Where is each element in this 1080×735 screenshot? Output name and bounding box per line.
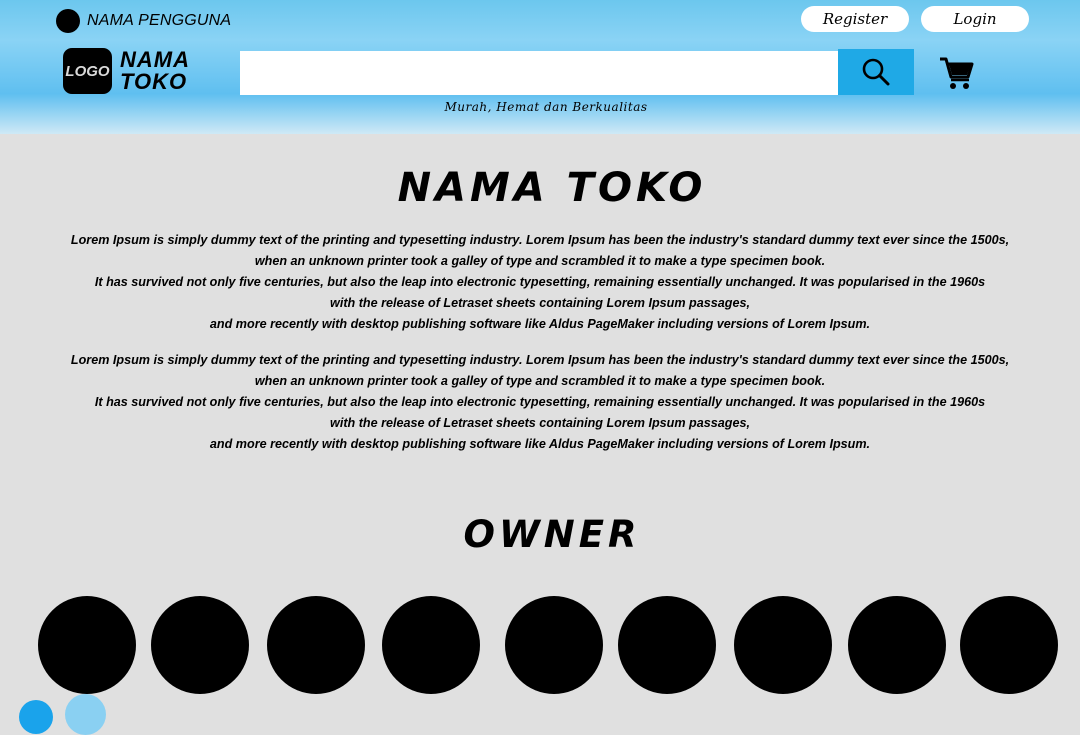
search-input[interactable] — [240, 51, 838, 95]
description-line: It has survived not only five centuries,… — [94, 275, 986, 289]
logo-store-name: NAMA TOKO — [120, 49, 190, 93]
logo-store-name-line1: NAMA — [120, 47, 190, 72]
decorative-dot — [65, 694, 106, 735]
description-line: and more recently with desktop publishin… — [209, 437, 871, 451]
logo-store-name-line2: TOKO — [120, 69, 188, 94]
logo-badge: LOGO — [63, 48, 112, 94]
description-paragraph-2: Lorem Ipsum is simply dummy text of the … — [0, 350, 1080, 455]
owner-avatar[interactable] — [382, 596, 480, 694]
login-button[interactable]: Login — [921, 6, 1029, 32]
description-line: with the release of Letraset sheets cont… — [330, 296, 750, 310]
description-line: Lorem Ipsum is simply dummy text of the … — [70, 233, 1010, 247]
description-line: Lorem Ipsum is simply dummy text of the … — [70, 353, 1010, 367]
owner-avatar[interactable] — [734, 596, 832, 694]
owner-avatar[interactable] — [848, 596, 946, 694]
description-line: It has survived not only five centuries,… — [94, 395, 986, 409]
search-button[interactable] — [838, 49, 914, 95]
cart-icon — [940, 57, 974, 89]
owner-avatar[interactable] — [960, 596, 1058, 694]
owner-avatar[interactable] — [151, 596, 249, 694]
page-title: NAMA TOKO — [397, 165, 707, 211]
description-line: and more recently with desktop publishin… — [209, 317, 871, 331]
description-line: when an unknown printer took a galley of… — [254, 374, 826, 388]
description-line: when an unknown printer took a galley of… — [254, 254, 826, 268]
search-icon — [862, 58, 890, 86]
owner-heading: OWNER — [463, 513, 641, 556]
cart-button[interactable] — [937, 55, 977, 91]
owner-avatar[interactable] — [618, 596, 716, 694]
user-name: NAMA PENGGUNA — [87, 12, 232, 29]
owner-avatar[interactable] — [267, 596, 365, 694]
user-info[interactable]: NAMA PENGGUNA — [56, 9, 231, 33]
register-button[interactable]: Register — [801, 6, 909, 32]
avatar-icon[interactable] — [56, 9, 80, 33]
owner-avatar[interactable] — [38, 596, 136, 694]
description-paragraph-1: Lorem Ipsum is simply dummy text of the … — [0, 230, 1080, 335]
owner-avatar[interactable] — [505, 596, 603, 694]
tagline: Murah, Hemat dan Berkualitas — [444, 100, 648, 114]
header-bar: NAMA PENGGUNA Register Login LOGO NAMA T… — [0, 0, 1080, 134]
decorative-dot — [19, 700, 53, 734]
store-logo[interactable]: LOGO NAMA TOKO — [63, 48, 190, 94]
description-line: with the release of Letraset sheets cont… — [330, 416, 750, 430]
